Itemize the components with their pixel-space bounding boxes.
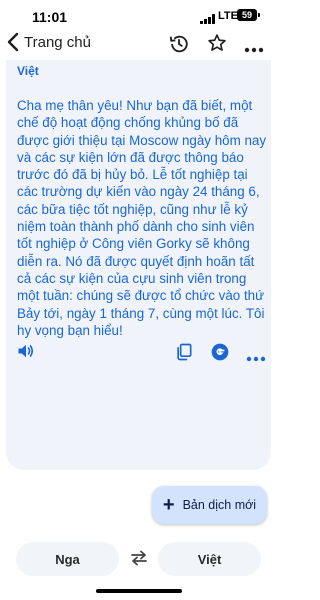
translated-text: Cha mẹ thân yêu! Như bạn đã biết, một ch… (17, 98, 267, 338)
battery-level: 59 (241, 10, 252, 20)
source-language-button[interactable]: Nga (16, 542, 119, 576)
new-translation-button[interactable]: + Bản dịch mới (152, 486, 267, 524)
signal-icon (200, 11, 216, 29)
google-g-icon[interactable] (210, 342, 230, 367)
status-bar: 11:01 LTE 59 (0, 0, 277, 30)
top-nav: Trang chủ (0, 30, 277, 60)
back-button[interactable]: Trang chủ (6, 32, 91, 52)
more-options-icon[interactable] (246, 349, 266, 367)
star-outline-icon[interactable] (207, 33, 227, 58)
language-selector-bar: Nga Việt (0, 542, 277, 578)
network-type: LTE (218, 10, 238, 22)
target-language-label: Việt (17, 64, 39, 78)
plus-icon: + (162, 494, 175, 516)
chevron-left-icon (6, 32, 20, 52)
more-horizontal-icon[interactable] (244, 40, 264, 58)
target-language-button[interactable]: Việt (158, 542, 261, 576)
home-indicator (96, 589, 182, 593)
speaker-icon[interactable] (16, 341, 36, 366)
swap-arrows-icon[interactable] (129, 550, 149, 571)
history-icon[interactable] (168, 33, 190, 60)
status-time: 11:01 (32, 9, 68, 25)
translation-card: Việt Cha mẹ thân yêu! Như bạn đã biết, m… (6, 60, 271, 470)
new-translation-label: Bản dịch mới (182, 498, 257, 512)
copy-icon[interactable] (174, 342, 194, 367)
back-label: Trang chủ (24, 33, 91, 51)
battery-icon: 59 (237, 9, 260, 21)
